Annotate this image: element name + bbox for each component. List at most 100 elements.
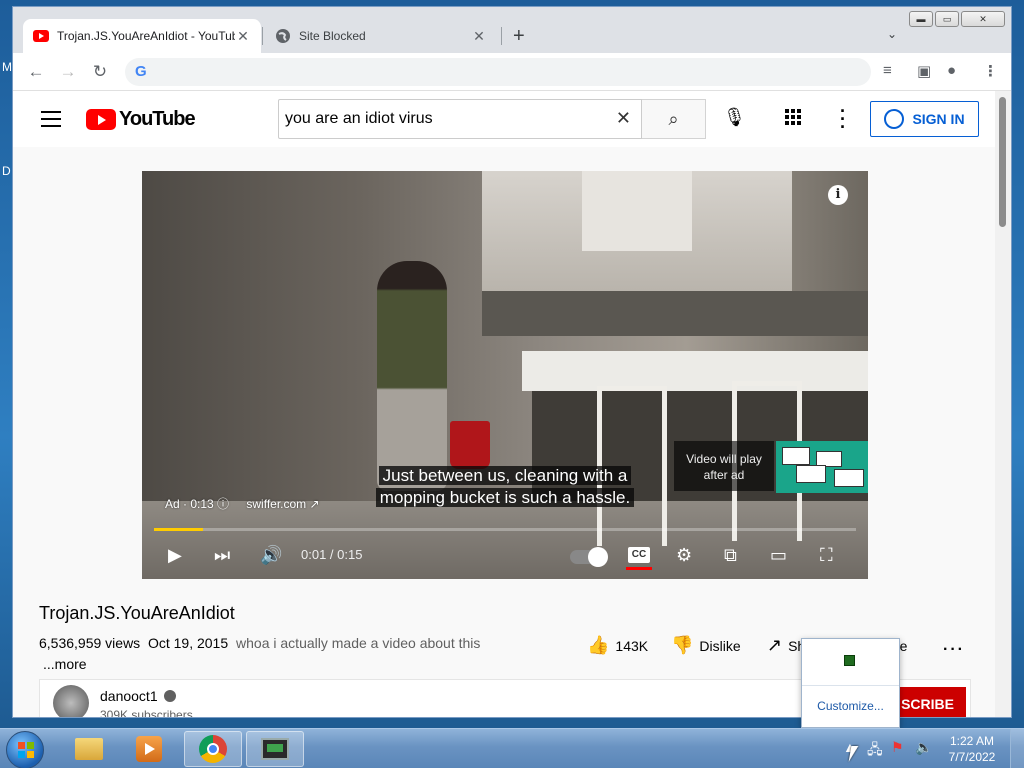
progress-bar[interactable] xyxy=(154,528,856,531)
show-more-link[interactable]: ...more xyxy=(43,656,87,672)
dislike-label: Dislike xyxy=(699,637,741,654)
reading-list-icon[interactable]: ≡ xyxy=(883,62,892,79)
subscriber-count: 309K subscribers xyxy=(100,708,193,718)
tab-separator xyxy=(262,27,263,45)
volume-tray-icon[interactable]: 🔈 xyxy=(915,739,932,756)
dislike-button[interactable]: 👎 Dislike xyxy=(671,635,741,656)
tab-title: Site Blocked xyxy=(299,29,366,43)
scene-person xyxy=(377,261,447,491)
taskbar: ▲ 🖧 ⚑ 🔈 1:22 AM 7/7/2022 xyxy=(0,728,1024,768)
like-button[interactable]: 👍 143K xyxy=(587,635,648,656)
apps-grid-icon[interactable] xyxy=(785,109,801,125)
tab-close-icon[interactable]: ✕ xyxy=(235,28,251,45)
chrome-taskbar-button[interactable] xyxy=(184,731,242,767)
video-player[interactable]: i Just between us, cleaning with a moppi… xyxy=(142,171,868,579)
autoplay-toggle[interactable] xyxy=(570,547,608,567)
minimize-button[interactable]: ▬ xyxy=(909,11,933,27)
logo-text: YouTube xyxy=(119,108,196,130)
player-controls: ▶ ⏭ 🔊 0:01 / 0:15 CC ⚙ ⧉ ▭ ⛶ xyxy=(142,537,868,577)
globe-icon xyxy=(276,29,290,43)
explorer-taskbar-button[interactable] xyxy=(60,731,118,767)
share-icon: ↗ xyxy=(767,635,783,655)
terminal-taskbar-button[interactable] xyxy=(246,731,304,767)
tray-overflow-popup: Customize... xyxy=(801,638,900,728)
ad-label: Ad · 0:13 xyxy=(165,497,214,511)
ad-info: Ad · 0:13 ⓘ swiffer.com ↗ xyxy=(165,497,320,511)
action-center-icon[interactable]: ⚑ xyxy=(891,739,904,756)
profile-icon[interactable]: ● xyxy=(947,62,956,79)
side-panel-icon[interactable]: ▣ xyxy=(917,62,931,80)
channel-avatar[interactable] xyxy=(53,685,89,717)
reload-icon[interactable]: ↻ xyxy=(89,61,111,83)
youtube-play-icon xyxy=(86,109,116,130)
browser-window: Trojan.JS.YouAreAnIdiot - YouTube ✕ Site… xyxy=(12,6,1012,718)
media-player-taskbar-button[interactable] xyxy=(120,731,178,767)
desktop-icon-label[interactable]: M xyxy=(2,60,12,74)
caption-line: mopping bucket is such a hassle. xyxy=(375,488,635,507)
theater-mode-icon[interactable]: ▭ xyxy=(770,545,787,566)
search-input[interactable] xyxy=(285,110,605,128)
browser-toolbar: ← → ↻ G ≡ ▣ ● ⋮ xyxy=(13,53,1011,91)
tab-search-chevron-icon[interactable]: ⌄ xyxy=(887,27,897,41)
miniplayer-icon[interactable]: ⧉ xyxy=(724,545,737,566)
ad-domain-link[interactable]: swiffer.com xyxy=(246,497,306,511)
settings-gear-icon[interactable]: ⚙ xyxy=(676,545,692,566)
system-clock[interactable]: 1:22 AM 7/7/2022 xyxy=(940,733,1004,765)
video-thumbnail[interactable] xyxy=(776,441,868,493)
channel-name[interactable]: danooct1 xyxy=(100,688,176,704)
scene-backsplash xyxy=(482,291,868,336)
account-icon xyxy=(884,109,905,129)
fullscreen-icon[interactable]: ⛶ xyxy=(820,545,833,566)
tab-title: Trojan.JS.YouAreAnIdiot - YouTube xyxy=(57,29,235,43)
customize-link[interactable]: Customize... xyxy=(802,699,899,713)
next-icon[interactable]: ⏭ xyxy=(214,545,230,566)
close-button[interactable]: ✕ xyxy=(961,11,1005,27)
subtitles-button[interactable]: CC xyxy=(628,547,650,563)
youtube-logo[interactable]: YouTube xyxy=(86,108,196,131)
start-button[interactable] xyxy=(6,731,44,768)
back-arrow-icon[interactable]: ← xyxy=(25,61,47,83)
microphone-icon[interactable]: 🎙 xyxy=(723,107,746,128)
window-controls: ▬ ▭ ✕ xyxy=(909,11,1005,27)
menu-icon[interactable] xyxy=(41,111,61,132)
play-icon[interactable]: ▶ xyxy=(168,545,182,566)
caption-line: Just between us, cleaning with a xyxy=(378,466,632,485)
desktop-icon-label[interactable]: D xyxy=(2,164,11,178)
forward-arrow-icon[interactable]: → xyxy=(57,61,79,83)
subtitles-active-indicator xyxy=(626,567,652,570)
terminal-icon xyxy=(261,738,289,760)
youtube-icon xyxy=(33,30,49,42)
thumbs-down-icon: 👎 xyxy=(671,635,694,655)
info-icon[interactable]: i xyxy=(828,185,848,205)
tab-strip: Trojan.JS.YouAreAnIdiot - YouTube ✕ Site… xyxy=(13,7,1011,53)
tray-app-icon[interactable] xyxy=(844,655,855,666)
more-options-icon[interactable]: · · · xyxy=(840,102,846,136)
scene-hood xyxy=(582,171,692,251)
maximize-button[interactable]: ▭ xyxy=(935,11,959,27)
tab-youtube[interactable]: Trojan.JS.YouAreAnIdiot - YouTube ✕ xyxy=(23,19,261,53)
show-desktop-button[interactable] xyxy=(1010,729,1024,768)
chrome-menu-icon[interactable]: ⋮ xyxy=(983,62,998,80)
google-icon: G xyxy=(135,63,147,80)
volume-icon[interactable]: 🔊 xyxy=(260,545,282,566)
search-icon[interactable]: ⌕ xyxy=(642,99,706,139)
tab-site-blocked[interactable]: Site Blocked ✕ xyxy=(265,19,497,53)
new-tab-button[interactable]: + xyxy=(513,25,525,48)
like-count: 143K xyxy=(615,637,649,654)
progress-fill xyxy=(154,528,204,531)
description-snippet: whoa i actually made a video about this xyxy=(236,635,481,651)
video-title: Trojan.JS.YouAreAnIdiot xyxy=(39,603,235,623)
media-player-icon xyxy=(136,736,162,762)
sign-in-button[interactable]: SIGN IN xyxy=(870,101,979,137)
network-icon[interactable]: 🖧 xyxy=(867,739,883,763)
video-will-play-notice: Video will play after ad xyxy=(674,441,774,491)
scrollbar-thumb[interactable] xyxy=(999,97,1006,227)
address-bar[interactable]: G xyxy=(125,58,871,86)
popup-divider xyxy=(802,685,899,686)
windows-logo-icon xyxy=(18,742,34,758)
tab-close-icon[interactable]: ✕ xyxy=(471,28,487,45)
youtube-header: YouTube ✕ ⌕ 🎙 ··· SIGN IN xyxy=(13,91,997,147)
more-actions-icon[interactable]: ··· xyxy=(943,641,965,659)
clear-icon[interactable]: ✕ xyxy=(616,108,631,129)
page-scrollbar[interactable] xyxy=(995,91,1011,717)
